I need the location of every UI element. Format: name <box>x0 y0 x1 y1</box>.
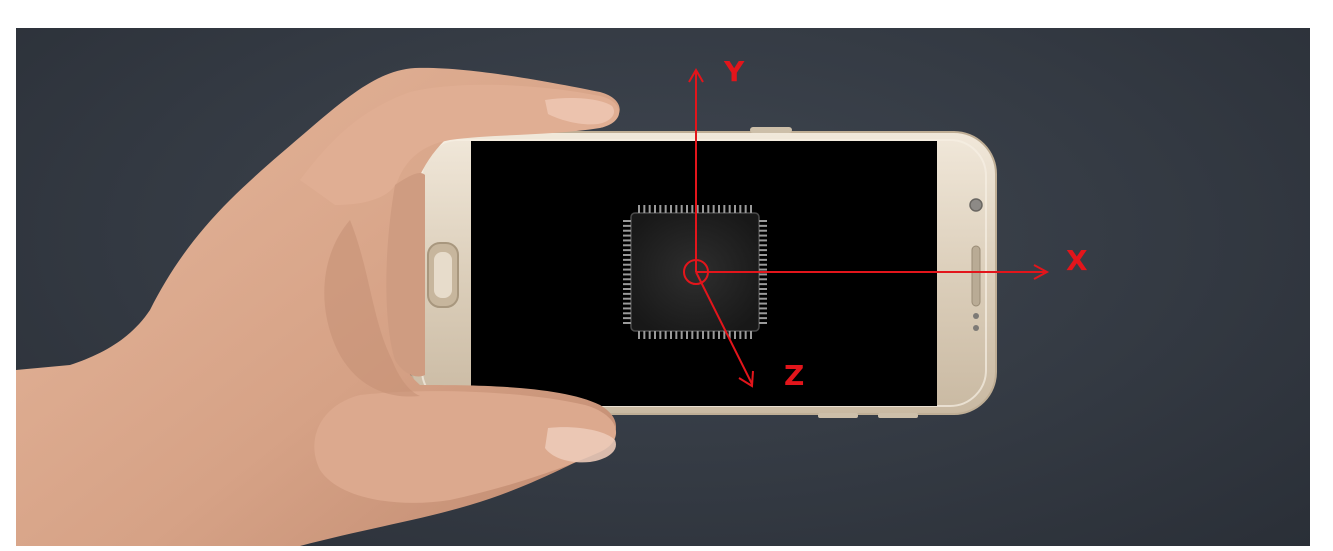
chip-pin <box>623 292 631 295</box>
chip-pin <box>623 263 631 266</box>
z-axis-label: Z <box>784 359 805 392</box>
chip-pin <box>691 331 694 339</box>
chip-pin <box>759 297 767 300</box>
chip-pin <box>623 317 631 320</box>
chip-pin <box>648 205 651 213</box>
chip-pin <box>702 331 704 339</box>
chip-pin <box>670 331 672 339</box>
chip-pin <box>759 307 767 310</box>
chip-pin <box>739 205 742 213</box>
chip-pin <box>623 312 631 315</box>
chip-pin <box>623 288 631 290</box>
chip-pin <box>670 205 672 213</box>
chip-pin <box>623 322 631 324</box>
chip-pin <box>623 307 631 310</box>
chip-pin <box>718 331 720 339</box>
chip-pin <box>623 283 631 286</box>
chip-pin <box>759 254 767 256</box>
chip-pin <box>759 234 767 237</box>
chip-pin <box>707 331 710 339</box>
chip-pin <box>759 220 767 222</box>
chip-pin <box>691 205 694 213</box>
chip-pin <box>623 224 631 227</box>
chip-pin <box>623 244 631 247</box>
chip-pin <box>623 254 631 256</box>
chip-pin <box>759 288 767 290</box>
chip-pin <box>759 244 767 247</box>
chip-pin <box>744 205 747 213</box>
chip-pin <box>623 220 631 222</box>
chip-pin <box>654 205 656 213</box>
chip-pin <box>750 205 752 213</box>
y-axis-label: Y <box>724 55 745 88</box>
chip-pin <box>623 297 631 300</box>
chip-pin <box>759 263 767 266</box>
chip-pin <box>723 205 726 213</box>
chip-pin <box>759 268 767 271</box>
chip-pin <box>686 331 688 339</box>
chip-pin <box>638 205 640 213</box>
chip-pin <box>739 331 742 339</box>
chip-pin <box>759 224 767 227</box>
chip-pin <box>623 239 631 242</box>
chip-pin <box>654 331 656 339</box>
chip-pin <box>643 205 646 213</box>
chip-pin <box>623 273 631 276</box>
chip-pin <box>759 229 767 232</box>
chip-pin <box>759 312 767 315</box>
chip-pin <box>623 302 631 305</box>
chip-pin <box>734 205 736 213</box>
chip-pin <box>744 331 747 339</box>
chip-pin <box>759 317 767 320</box>
chip-pin <box>759 322 767 324</box>
chip-pin <box>664 331 667 339</box>
chip-pin <box>659 331 662 339</box>
chip-pin <box>623 258 631 261</box>
chip-pin <box>680 205 683 213</box>
chip-pin <box>680 331 683 339</box>
chip-pin <box>623 229 631 232</box>
chip-pin <box>664 205 667 213</box>
chip-pin <box>728 205 731 213</box>
chip-pin <box>659 205 662 213</box>
x-axis-label: X <box>1066 244 1088 277</box>
chip-pin <box>759 258 767 261</box>
chip-pin <box>759 278 767 281</box>
chip-pin <box>648 331 651 339</box>
chip-pin <box>750 331 752 339</box>
chip-pin <box>759 249 767 252</box>
chip-pin <box>623 268 631 271</box>
chip-pin <box>759 239 767 242</box>
chip-pin <box>686 205 688 213</box>
chip-pin <box>696 331 699 339</box>
chip-pin <box>623 249 631 252</box>
photo-illustration <box>16 67 1050 546</box>
chip-pin <box>712 331 715 339</box>
camera-icon <box>969 198 983 212</box>
chip-pin <box>759 302 767 305</box>
chip-pin <box>623 278 631 281</box>
photo-background: Y X Z <box>16 28 1310 546</box>
chip-pin <box>759 273 767 276</box>
chip-pin <box>643 331 646 339</box>
chip-pin <box>718 205 720 213</box>
chip-pin <box>675 205 678 213</box>
chip-pin <box>759 292 767 295</box>
speaker-grille <box>971 245 981 307</box>
chip-pin <box>707 205 710 213</box>
chip-pin <box>734 331 736 339</box>
chip-pin <box>712 205 715 213</box>
chip-pin <box>702 205 704 213</box>
chip-pin <box>675 331 678 339</box>
chip-pin <box>638 331 640 339</box>
chip-pin <box>759 283 767 286</box>
chip-pin <box>623 234 631 237</box>
